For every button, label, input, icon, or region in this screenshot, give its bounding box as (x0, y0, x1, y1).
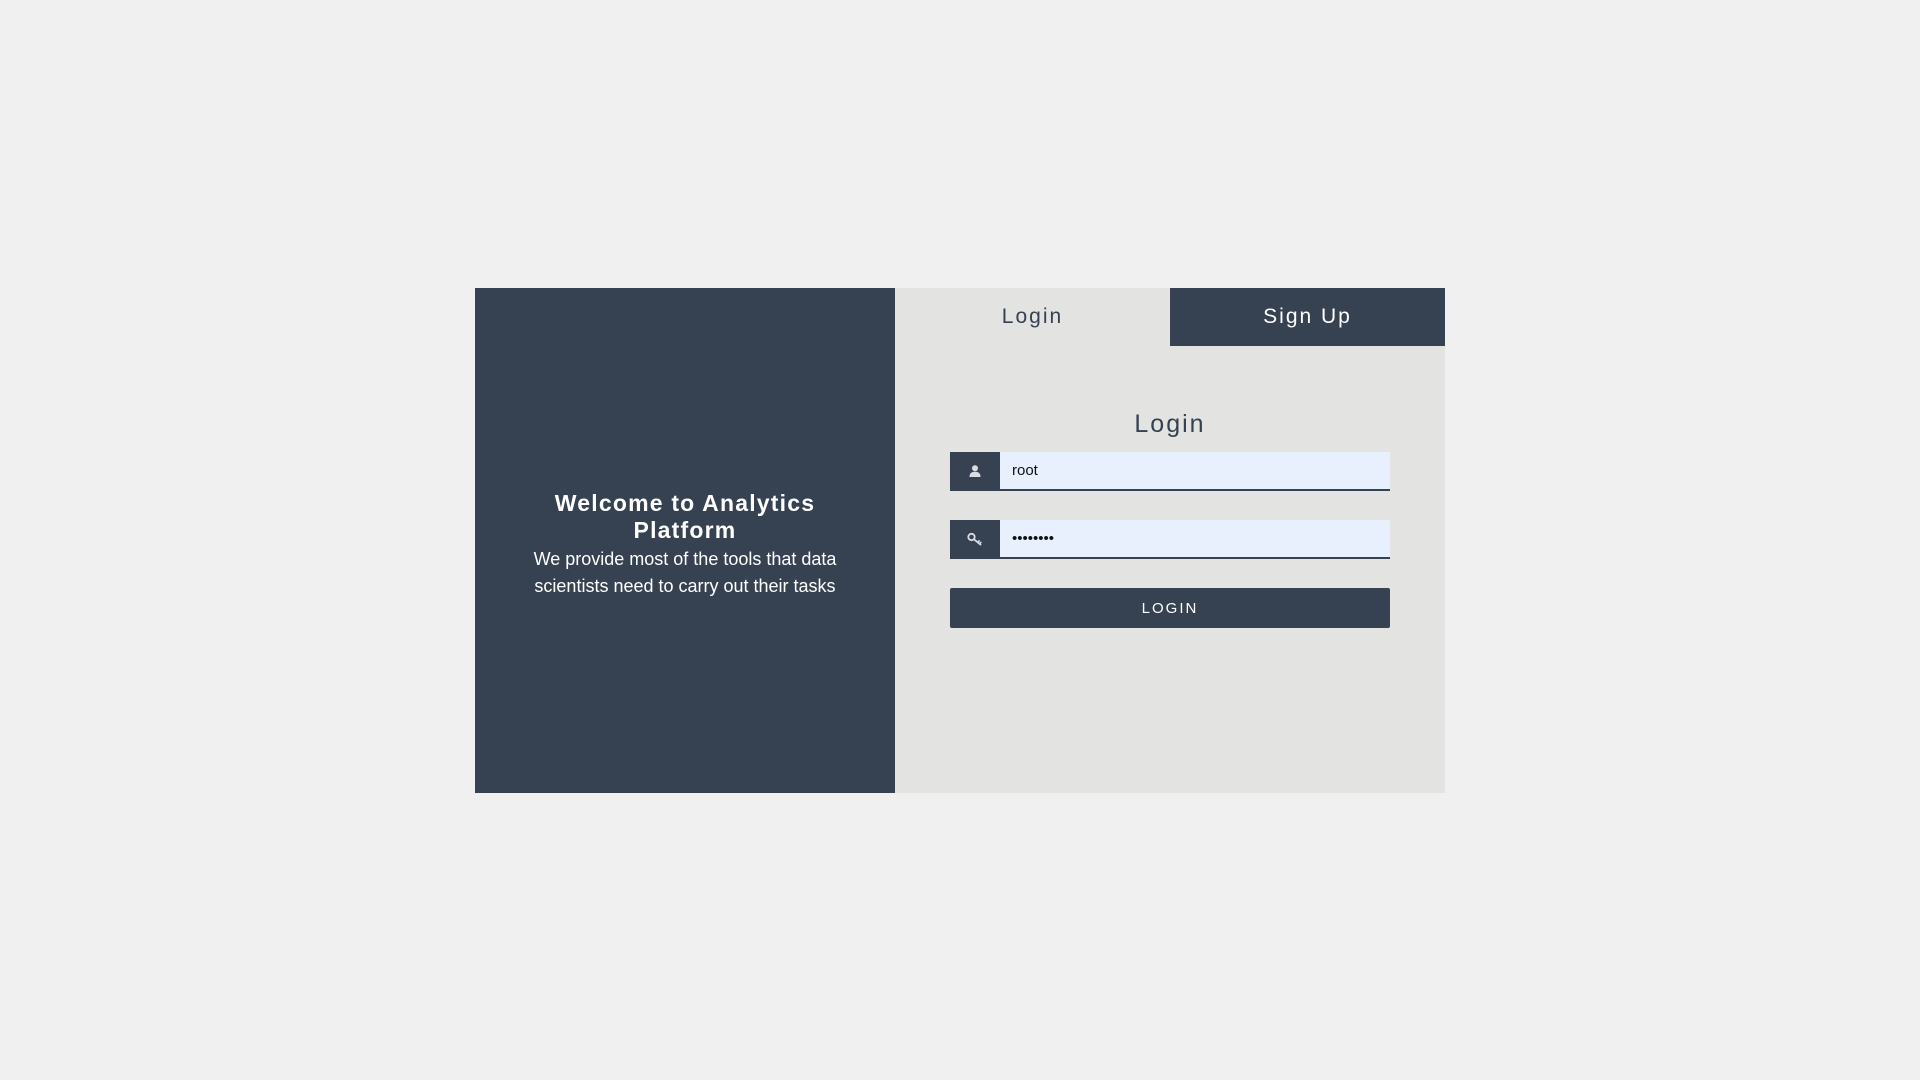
form-title: Login (1134, 410, 1206, 438)
password-field (950, 520, 1390, 559)
username-input[interactable] (1000, 452, 1390, 489)
password-input[interactable] (1000, 520, 1390, 557)
auth-card: Welcome to Analytics Platform We provide… (475, 288, 1445, 793)
tab-login[interactable]: Login (895, 288, 1170, 346)
key-icon (950, 520, 1000, 557)
tab-signup[interactable]: Sign Up (1170, 288, 1445, 346)
auth-panel: Login Sign Up Login root LOGIN (895, 288, 1445, 793)
user-icon (950, 452, 1000, 489)
welcome-panel: Welcome to Analytics Platform We provide… (475, 288, 895, 793)
username-field (950, 452, 1390, 491)
login-button[interactable]: LOGIN (950, 588, 1390, 628)
welcome-text: We provide most of the tools that data s… (533, 548, 837, 596)
auth-tabs: Login Sign Up (895, 288, 1445, 346)
welcome-title: Welcome to Analytics Platform (554, 489, 816, 543)
login-form: Login root LOGIN (950, 346, 1390, 628)
